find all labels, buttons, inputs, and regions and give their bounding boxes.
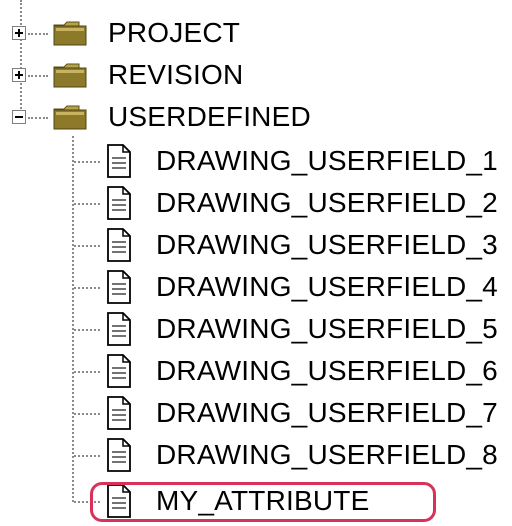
tree-connector bbox=[74, 203, 100, 205]
tree-leaf-drawing-userfield-3[interactable]: DRAWING_USERFIELD_3 bbox=[0, 224, 512, 266]
tree-leaf-drawing-userfield-1[interactable]: DRAWING_USERFIELD_1 bbox=[0, 140, 512, 182]
leaf-label: DRAWING_USERFIELD_5 bbox=[156, 313, 498, 344]
document-icon bbox=[107, 396, 131, 430]
leaf-label: DRAWING_USERFIELD_7 bbox=[156, 397, 498, 428]
tree-node-project[interactable]: PROJECT bbox=[0, 12, 300, 54]
tree-connector bbox=[74, 413, 100, 415]
leaf-label: DRAWING_USERFIELD_3 bbox=[156, 229, 498, 260]
open-folder-icon bbox=[53, 105, 87, 130]
node-label: REVISION bbox=[108, 59, 244, 90]
document-icon bbox=[107, 144, 131, 178]
node-label: PROJECT bbox=[108, 17, 241, 48]
folder-icon bbox=[53, 21, 87, 46]
attribute-tree: PROJECT REVISION USERDEFINED DRAWING_USE… bbox=[0, 0, 512, 526]
tree-connector bbox=[74, 287, 100, 289]
tree-connector bbox=[74, 161, 100, 163]
tree-leaf-drawing-userfield-7[interactable]: DRAWING_USERFIELD_7 bbox=[0, 392, 512, 434]
tree-leaf-drawing-userfield-2[interactable]: DRAWING_USERFIELD_2 bbox=[0, 182, 512, 224]
tree-node-userdefined[interactable]: USERDEFINED bbox=[0, 96, 340, 138]
tree-connector bbox=[28, 117, 48, 119]
document-icon bbox=[107, 354, 131, 388]
tree-leaf-drawing-userfield-8[interactable]: DRAWING_USERFIELD_8 bbox=[0, 434, 512, 476]
collapse-icon[interactable] bbox=[12, 110, 26, 124]
tree-leaf-drawing-userfield-5[interactable]: DRAWING_USERFIELD_5 bbox=[0, 308, 512, 350]
highlight-box bbox=[90, 482, 436, 522]
leaf-label: DRAWING_USERFIELD_6 bbox=[156, 355, 498, 386]
document-icon bbox=[107, 228, 131, 262]
leaf-label: DRAWING_USERFIELD_1 bbox=[156, 145, 498, 176]
document-icon bbox=[107, 186, 131, 220]
leaf-label: DRAWING_USERFIELD_4 bbox=[156, 271, 498, 302]
leaf-label: DRAWING_USERFIELD_8 bbox=[156, 439, 498, 470]
folder-icon bbox=[53, 63, 87, 88]
document-icon bbox=[107, 312, 131, 346]
node-label: USERDEFINED bbox=[108, 101, 311, 132]
document-icon bbox=[107, 438, 131, 472]
tree-leaf-drawing-userfield-4[interactable]: DRAWING_USERFIELD_4 bbox=[0, 266, 512, 308]
tree-connector bbox=[74, 455, 100, 457]
tree-node-revision[interactable]: REVISION bbox=[0, 54, 300, 96]
tree-connector bbox=[28, 75, 48, 77]
tree-leaf-drawing-userfield-6[interactable]: DRAWING_USERFIELD_6 bbox=[0, 350, 512, 392]
expand-icon[interactable] bbox=[12, 68, 26, 82]
leaf-label: DRAWING_USERFIELD_2 bbox=[156, 187, 498, 218]
tree-connector bbox=[74, 245, 100, 247]
tree-connector bbox=[28, 33, 48, 35]
document-icon bbox=[107, 270, 131, 304]
expand-icon[interactable] bbox=[12, 26, 26, 40]
tree-connector bbox=[74, 329, 100, 331]
tree-connector bbox=[74, 371, 100, 373]
